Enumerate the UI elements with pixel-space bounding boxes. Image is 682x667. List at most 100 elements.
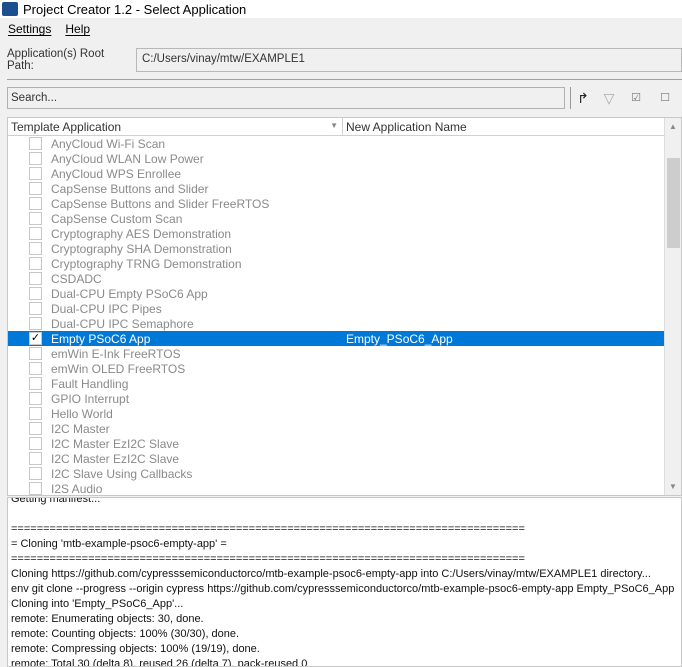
log-line: remote: Counting objects: 100% (30/30), …	[11, 628, 240, 640]
row-checkbox[interactable]	[29, 257, 42, 270]
template-name: emWin E-Ink FreeRTOS	[51, 346, 181, 361]
row-checkbox[interactable]	[29, 347, 42, 360]
table-row[interactable]: Dual-CPU IPC Semaphore	[8, 316, 664, 331]
log-line: ========================================…	[11, 553, 525, 565]
table-row[interactable]: I2S Audio	[8, 481, 664, 496]
table-row[interactable]: Cryptography SHA Demonstration	[8, 241, 664, 256]
table-row[interactable]: emWin OLED FreeRTOS	[8, 361, 664, 376]
row-checkbox[interactable]	[29, 407, 42, 420]
row-checkbox[interactable]	[29, 437, 42, 450]
row-checkbox[interactable]	[29, 422, 42, 435]
title-bar: Project Creator 1.2 - Select Application	[0, 0, 682, 18]
row-checkbox[interactable]	[29, 272, 42, 285]
table-row[interactable]: Cryptography AES Demonstration	[8, 226, 664, 241]
filter-icon[interactable]: ▽	[600, 89, 618, 107]
root-path-field[interactable]: C:/Users/vinay/mtw/EXAMPLE1	[135, 48, 682, 72]
table-row[interactable]: AnyCloud WPS Enrollee	[8, 166, 664, 181]
row-checkbox[interactable]	[29, 362, 42, 375]
template-name: CapSense Custom Scan	[51, 211, 183, 226]
table-row[interactable]: GPIO Interrupt	[8, 391, 664, 406]
template-name: Dual-CPU IPC Pipes	[51, 301, 162, 316]
scroll-thumb[interactable]	[667, 158, 680, 248]
table-row[interactable]: I2C Master EzI2C Slave	[8, 451, 664, 466]
table-row[interactable]: emWin E-Ink FreeRTOS	[8, 346, 664, 361]
row-checkbox[interactable]	[29, 287, 42, 300]
table-row[interactable]: CapSense Custom Scan	[8, 211, 664, 226]
sort-arrow-icon: ▼	[330, 121, 338, 130]
table-header: Template Application ▼ New Application Na…	[8, 118, 681, 136]
template-name: Empty PSoC6 App	[51, 331, 151, 346]
table-row[interactable]: I2C Slave Using Callbacks	[8, 466, 664, 481]
search-input[interactable]: Search...	[7, 87, 565, 109]
root-path-label: Application(s) Root Path:	[7, 48, 105, 72]
row-checkbox[interactable]	[29, 212, 42, 225]
column-label: Template Application	[11, 120, 122, 134]
table-row[interactable]: I2C Master EzI2C Slave	[8, 436, 664, 451]
app-icon	[2, 2, 18, 16]
row-checkbox[interactable]	[29, 137, 42, 150]
deselect-all-icon[interactable]: ☐	[656, 89, 674, 107]
divider	[7, 79, 682, 80]
template-name: I2S Audio	[51, 481, 103, 496]
table-row[interactable]: Fault Handling	[8, 376, 664, 391]
row-checkbox[interactable]	[29, 392, 42, 405]
row-checkbox[interactable]	[29, 467, 42, 480]
table-row[interactable]: AnyCloud Wi-Fi Scan	[8, 136, 664, 151]
template-name: Dual-CPU IPC Semaphore	[51, 316, 194, 331]
row-checkbox[interactable]	[29, 197, 42, 210]
scroll-down-icon[interactable]: ▼	[665, 478, 681, 495]
template-name: emWin OLED FreeRTOS	[51, 361, 186, 376]
table-row[interactable]: ✓ Empty PSoC6 App Empty_PSoC6_App	[8, 331, 664, 346]
window-title: Project Creator 1.2 - Select Application	[23, 1, 247, 17]
table-body: AnyCloud Wi-Fi Scan AnyCloud WLAN Low Pow…	[8, 136, 681, 496]
template-name: AnyCloud WPS Enrollee	[51, 166, 182, 181]
template-table: Template Application ▼ New Application Na…	[7, 117, 682, 496]
row-checkbox[interactable]: ✓	[29, 332, 42, 345]
toolbar-separator	[570, 87, 571, 109]
menu-settings[interactable]: Settings	[8, 22, 51, 36]
row-checkbox[interactable]	[29, 302, 42, 315]
template-name: Fault Handling	[51, 376, 129, 391]
template-name: GPIO Interrupt	[51, 391, 130, 406]
log-line: Cloning into 'Empty_PSoC6_App'...	[11, 598, 184, 610]
row-checkbox[interactable]	[29, 377, 42, 390]
select-all-icon[interactable]: ☑	[627, 89, 645, 107]
table-row[interactable]: Dual-CPU Empty PSoC6 App	[8, 286, 664, 301]
column-template-application[interactable]: Template Application ▼	[8, 118, 343, 135]
log-line: Cloning https://github.com/cypresssemico…	[11, 568, 651, 580]
row-checkbox[interactable]	[29, 482, 42, 495]
column-new-application-name[interactable]: New Application Name	[343, 118, 470, 135]
table-row[interactable]: Cryptography TRNG Demonstration	[8, 256, 664, 271]
table-row[interactable]: CapSense Buttons and Slider	[8, 181, 664, 196]
table-row[interactable]: CSDADC	[8, 271, 664, 286]
output-log: Getting manifest... =====================…	[7, 497, 682, 667]
log-line: remote: Total 30 (delta 8), reused 26 (d…	[11, 658, 308, 667]
table-row[interactable]: CapSense Buttons and Slider FreeRTOS	[8, 196, 664, 211]
template-name: Dual-CPU Empty PSoC6 App	[51, 286, 208, 301]
log-line: = Cloning 'mtb-example-psoc6-empty-app' …	[11, 538, 227, 550]
row-checkbox[interactable]	[29, 167, 42, 180]
vertical-scrollbar[interactable]: ▲ ▼	[664, 118, 681, 495]
table-row[interactable]: Dual-CPU IPC Pipes	[8, 301, 664, 316]
template-name: Cryptography AES Demonstration	[51, 226, 232, 241]
template-name: CapSense Buttons and Slider	[51, 181, 209, 196]
import-icon[interactable]: ↱	[574, 89, 592, 107]
row-checkbox[interactable]	[29, 452, 42, 465]
template-name: CSDADC	[51, 271, 102, 286]
template-name: AnyCloud WLAN Low Power	[51, 151, 204, 166]
row-checkbox[interactable]	[29, 152, 42, 165]
menu-help[interactable]: Help	[65, 22, 90, 36]
template-name: AnyCloud Wi-Fi Scan	[51, 136, 166, 151]
table-row[interactable]: I2C Master	[8, 421, 664, 436]
row-checkbox[interactable]	[29, 317, 42, 330]
new-app-name[interactable]: Empty_PSoC6_App	[346, 332, 453, 346]
scroll-up-icon[interactable]: ▲	[665, 118, 681, 135]
table-row[interactable]: Hello World	[8, 406, 664, 421]
table-row[interactable]: AnyCloud WLAN Low Power	[8, 151, 664, 166]
template-name: Hello World	[51, 406, 113, 421]
row-checkbox[interactable]	[29, 182, 42, 195]
row-checkbox[interactable]	[29, 227, 42, 240]
row-checkbox[interactable]	[29, 242, 42, 255]
menu-bar: Settings Help	[0, 19, 90, 39]
